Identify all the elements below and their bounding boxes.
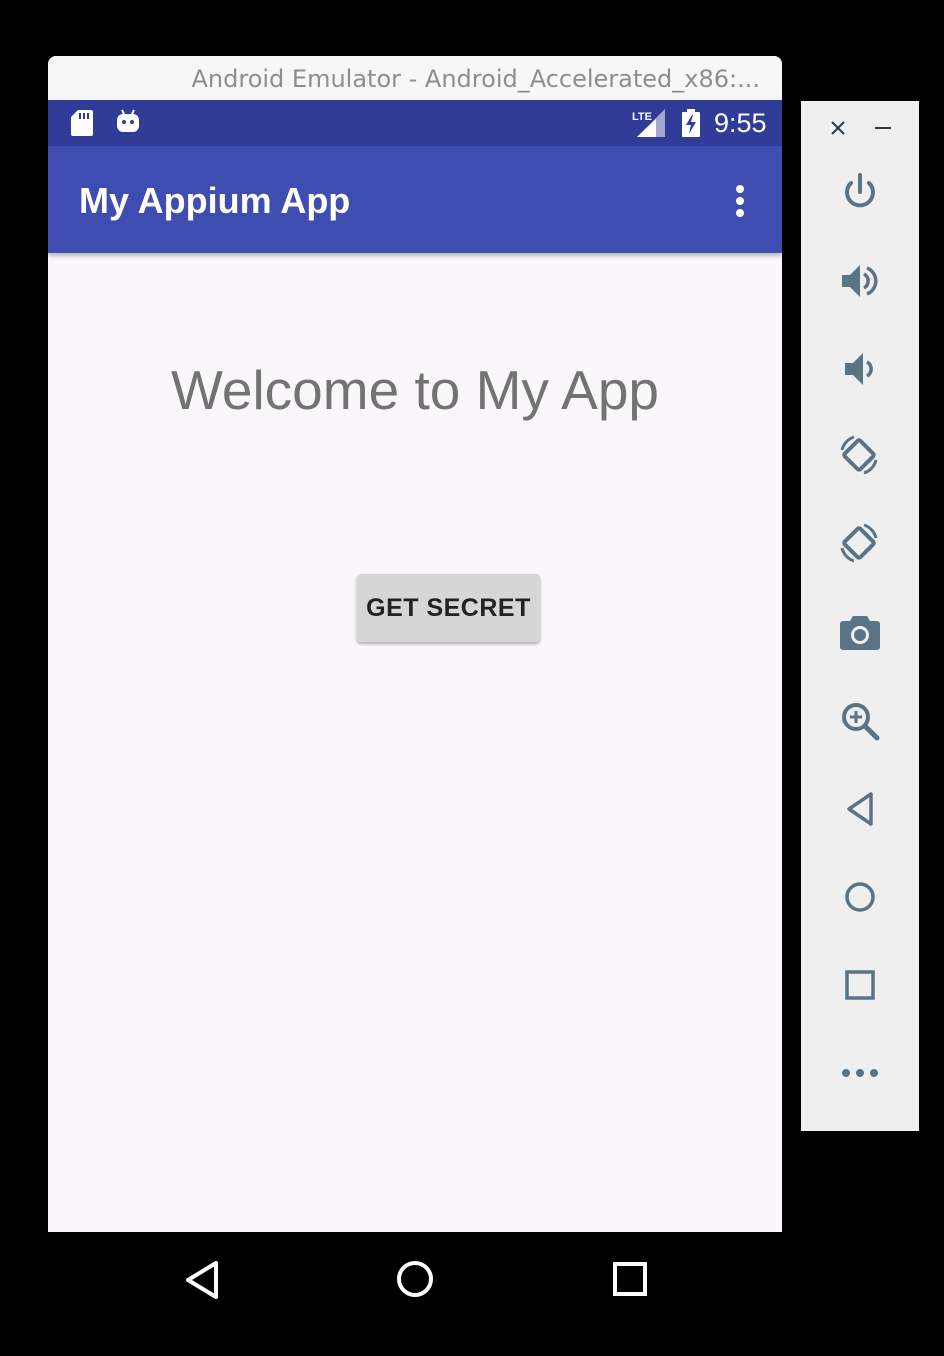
- sd-card-icon: [71, 110, 93, 136]
- main-content: Welcome to My App GET SECRET: [48, 253, 782, 1232]
- overview-icon: [845, 970, 875, 1000]
- close-icon[interactable]: [830, 120, 846, 136]
- app-bar: My Appium App: [48, 146, 782, 253]
- window-title-bar[interactable]: Android Emulator - Android_Accelerated_x…: [48, 56, 782, 100]
- side-home-button[interactable]: [801, 866, 919, 926]
- welcome-text: Welcome to My App: [170, 359, 660, 421]
- side-back-button[interactable]: [801, 778, 919, 838]
- emulator-window: Android Emulator - Android_Accelerated_x…: [48, 56, 782, 1232]
- back-icon[interactable]: [184, 1260, 220, 1300]
- svg-text:LTE: LTE: [632, 111, 652, 123]
- nav-bar: [48, 1232, 782, 1356]
- status-bar: LTE 9:55: [48, 100, 782, 146]
- home-icon: [845, 882, 875, 912]
- more-options-button[interactable]: [801, 1042, 919, 1102]
- android-icon: [117, 109, 139, 132]
- volume-up-icon: [842, 265, 878, 297]
- lte-signal-icon: LTE: [632, 109, 665, 137]
- battery-charging-icon: [682, 109, 700, 137]
- rotate-left-button[interactable]: [801, 426, 919, 486]
- back-icon: [847, 792, 873, 826]
- more-vert-icon[interactable]: [730, 184, 750, 218]
- power-button[interactable]: [801, 162, 919, 222]
- volume-down-icon: [845, 353, 873, 385]
- app-title: My Appium App: [79, 180, 351, 221]
- window-title: Android Emulator - Android_Accelerated_x…: [191, 65, 761, 93]
- status-time: 9:55: [714, 108, 767, 138]
- minimize-icon[interactable]: [874, 120, 892, 136]
- camera-icon: [840, 616, 880, 650]
- recents-icon[interactable]: [612, 1261, 648, 1297]
- rotate-left-icon: [840, 435, 878, 475]
- rotate-right-button[interactable]: [801, 514, 919, 574]
- get-secret-button[interactable]: GET SECRET: [357, 574, 540, 642]
- screenshot-button[interactable]: [801, 601, 919, 661]
- volume-up-button[interactable]: [801, 250, 919, 310]
- rotate-right-icon: [840, 523, 878, 563]
- side-overview-button[interactable]: [801, 954, 919, 1014]
- emulator-side-panel: [801, 101, 919, 1131]
- power-icon: [845, 173, 875, 208]
- zoom-icon: [842, 703, 880, 741]
- zoom-button[interactable]: [801, 690, 919, 750]
- home-icon[interactable]: [395, 1259, 435, 1299]
- volume-down-button[interactable]: [801, 338, 919, 398]
- more-icon: [842, 1069, 878, 1077]
